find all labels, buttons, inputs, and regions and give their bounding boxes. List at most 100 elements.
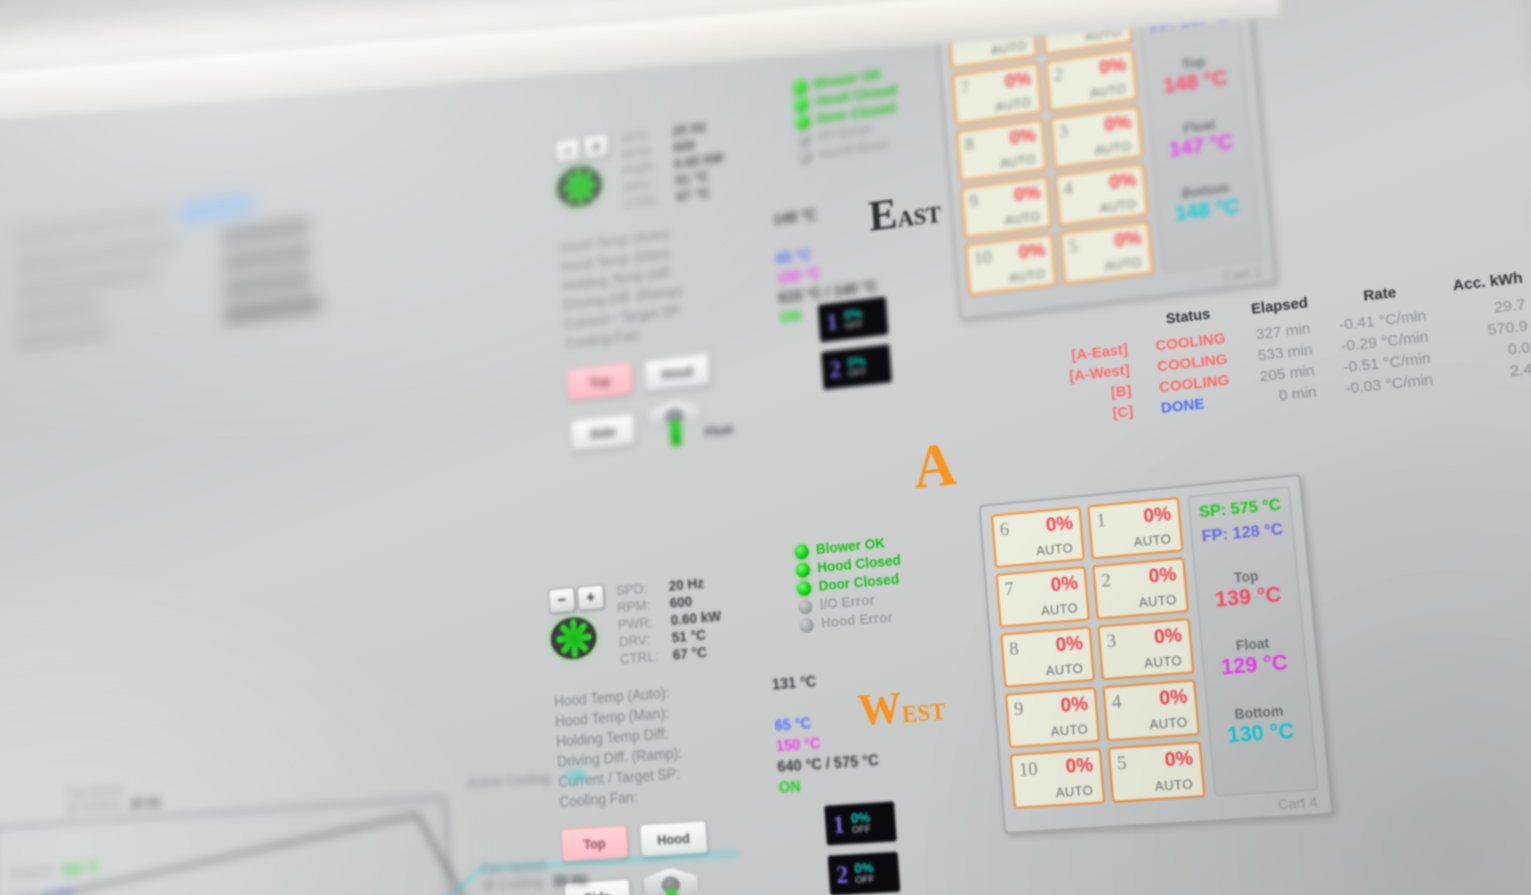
zone-index: 5 — [1116, 752, 1128, 775]
cart-4-column-right: 1 0% AUTO 2 0% AUTO 3 0% AUTO 4 0% AUTO 5 0% AUTO — [1087, 496, 1206, 803]
cart-name-label: Cart 4 — [1276, 793, 1319, 813]
zone-index: 10 — [972, 246, 993, 270]
zone-percent: 0% — [1018, 240, 1047, 264]
cart-zone-cell[interactable]: 10 0% AUTO — [964, 233, 1057, 297]
cart-zone-cell[interactable]: 10 0% AUTO — [1009, 747, 1106, 809]
zone-mode: AUTO — [1055, 782, 1094, 801]
hmi-screen: − + SPD: 20 Hz RPM: 600 PWR: 0.60 kW DRV… — [0, 0, 1531, 895]
zone-percent: 0% — [1142, 503, 1173, 528]
metric-key: RPM: — [616, 597, 651, 617]
status-label: Hood Closed — [814, 82, 898, 110]
cart-1-column-left: 60%AUTO 70%AUTO 80%AUTO 90%AUTO 100%AUTO — [947, 5, 1057, 297]
col-header-status: Status — [1165, 306, 1211, 328]
cart-zone-cell[interactable]: 7 0% AUTO — [995, 566, 1090, 628]
metric-key: DRV: — [618, 631, 651, 651]
side-button[interactable]: Side — [569, 413, 636, 452]
float-valve-icon: Float — [646, 397, 733, 452]
fan-icon — [555, 163, 603, 210]
zone-percent: 0% — [1108, 169, 1138, 194]
zone-mode: AUTO — [1154, 776, 1194, 794]
cart-zone-cell[interactable]: 9 0% AUTO — [960, 175, 1053, 239]
zone-index: 3 — [1057, 121, 1069, 143]
cart-zone-cell[interactable]: 2 0% AUTO — [1044, 48, 1139, 113]
cart-floatpoint: FP: 128 °C — [1201, 520, 1284, 546]
zone-index: 4 — [1062, 178, 1074, 200]
cart-zone-cell[interactable]: 1 0% AUTO — [1087, 496, 1184, 560]
zone-index: 2 — [1053, 64, 1064, 86]
zone-mode: AUTO — [1089, 81, 1127, 101]
hood-button[interactable]: Hood — [643, 352, 711, 393]
fan-increase-button[interactable]: + — [576, 584, 605, 612]
metric-key: CTRL: — [624, 191, 663, 213]
cart-zone-cell[interactable]: 7 0% AUTO — [951, 62, 1043, 126]
west-fan-metrics: SPD: 20 Hz RPM: 600 PWR: 0.60 kW DRV: 51… — [616, 574, 724, 668]
top-left-panel — [14, 175, 386, 349]
zone-mode: AUTO — [1050, 721, 1089, 740]
zone-index: 9 — [968, 190, 979, 213]
zone-mode: AUTO — [1148, 714, 1189, 733]
readout-value: 148 °C — [772, 206, 818, 229]
fan-decrease-button[interactable]: − — [548, 586, 576, 614]
led-icon — [793, 78, 808, 95]
zone-percent: 0% — [1103, 112, 1133, 137]
zone-index: 7 — [1003, 578, 1015, 601]
zone-index: 4 — [1110, 691, 1123, 714]
fan-decrease-button[interactable]: − — [554, 137, 582, 165]
cart-4-panel: 6 0% AUTO 7 0% AUTO 8 0% AUTO 9 0% AUTO 10 0% AUTO… — [978, 473, 1334, 835]
perspective-stage: − + SPD: 20 Hz RPM: 600 PWR: 0.60 kW DRV… — [0, 0, 1531, 895]
zone-mode: AUTO — [1133, 531, 1172, 550]
zone-mode: AUTO — [1138, 591, 1178, 611]
top-button[interactable]: Top — [566, 362, 634, 401]
cart-zone-cell[interactable]: 4 0% AUTO — [1102, 679, 1200, 742]
led-icon — [797, 148, 813, 165]
zone-index: 8 — [963, 134, 975, 156]
metric-value: 67 °C — [672, 644, 708, 664]
temp-value: 130 °C — [1226, 719, 1296, 748]
led-icon — [794, 543, 810, 560]
cart-zone-cell[interactable]: 9 0% AUTO — [1005, 686, 1101, 749]
metric-key: CTRL: — [619, 648, 659, 668]
cart-zone-cell[interactable]: 5 0% AUTO — [1059, 221, 1154, 285]
fan-increase-button[interactable]: + — [582, 133, 610, 161]
zone-index: 1 — [1095, 509, 1107, 532]
cart-zone-cell[interactable]: 3 0% AUTO — [1049, 105, 1144, 170]
cart-1-side: SP: 575 °C FP: 147 °C Top148 °C Float147… — [1137, 0, 1263, 273]
cart-zone-cell[interactable]: 8 0% AUTO — [956, 118, 1048, 182]
row-elapsed: 533 min — [1257, 341, 1314, 365]
cart-zone-cell[interactable]: 2 0% AUTO — [1092, 557, 1189, 620]
zone-mode: AUTO — [1008, 266, 1046, 286]
zone-letter-main: W — [856, 681, 904, 736]
cart-top-right-column: 60%AUTO 70%AUTO 80%AUTO — [1527, 0, 1531, 52]
zone-percent: 0% — [1113, 227, 1143, 252]
zone-index: 9 — [1013, 698, 1025, 721]
east-fan-metrics: SPD: 20 Hz RPM: 600 PWR: 0.60 kW DRV: 51… — [620, 117, 726, 212]
metric-key: PWR: — [617, 614, 654, 634]
tab-overview[interactable] — [180, 194, 253, 224]
cart-zone-cell[interactable]: 6 0% AUTO — [990, 506, 1085, 569]
cart-4-side: SP: 575 °C FP: 128 °C Top 139 °C Float 129… — [1187, 486, 1319, 797]
zone-percent: 0% — [1153, 625, 1183, 649]
photo-scene: − + SPD: 20 Hz RPM: 600 PWR: 0.60 kW DRV… — [0, 0, 1531, 895]
zone-percent: 0% — [1054, 633, 1084, 657]
zone-mode: AUTO — [1004, 208, 1042, 228]
zone-mode: AUTO — [1104, 254, 1143, 274]
zone-index: 6 — [999, 519, 1010, 541]
metric-value: 20 Hz — [668, 575, 705, 595]
zone-mode: AUTO — [994, 94, 1032, 114]
fan-icon — [549, 615, 598, 662]
zone-percent: 0% — [1098, 55, 1128, 79]
cart-zone-cell[interactable]: 5 0% AUTO — [1107, 741, 1206, 803]
cart-name-label: Cart 1 — [1222, 263, 1263, 285]
cart-zone-cell[interactable]: 4 0% AUTO — [1054, 162, 1149, 227]
cart-zone-cell[interactable]: 8 0% AUTO — [1000, 626, 1096, 688]
cart-4-column-left: 6 0% AUTO 7 0% AUTO 8 0% AUTO 9 0% AUTO 10 0% AUTO — [990, 506, 1106, 809]
metric-value: 600 — [669, 593, 693, 612]
float-valve-label: Float — [704, 422, 734, 440]
cart-zone-cell[interactable]: 3 0% AUTO — [1097, 618, 1195, 681]
temp-value: 148 °C — [1174, 194, 1241, 226]
zone-percent: 0% — [1064, 754, 1094, 778]
metric-value: 0.60 kW — [670, 608, 722, 629]
zone-index: 3 — [1105, 630, 1118, 653]
status-label: Blower OK — [815, 535, 886, 558]
led-icon — [794, 96, 809, 113]
